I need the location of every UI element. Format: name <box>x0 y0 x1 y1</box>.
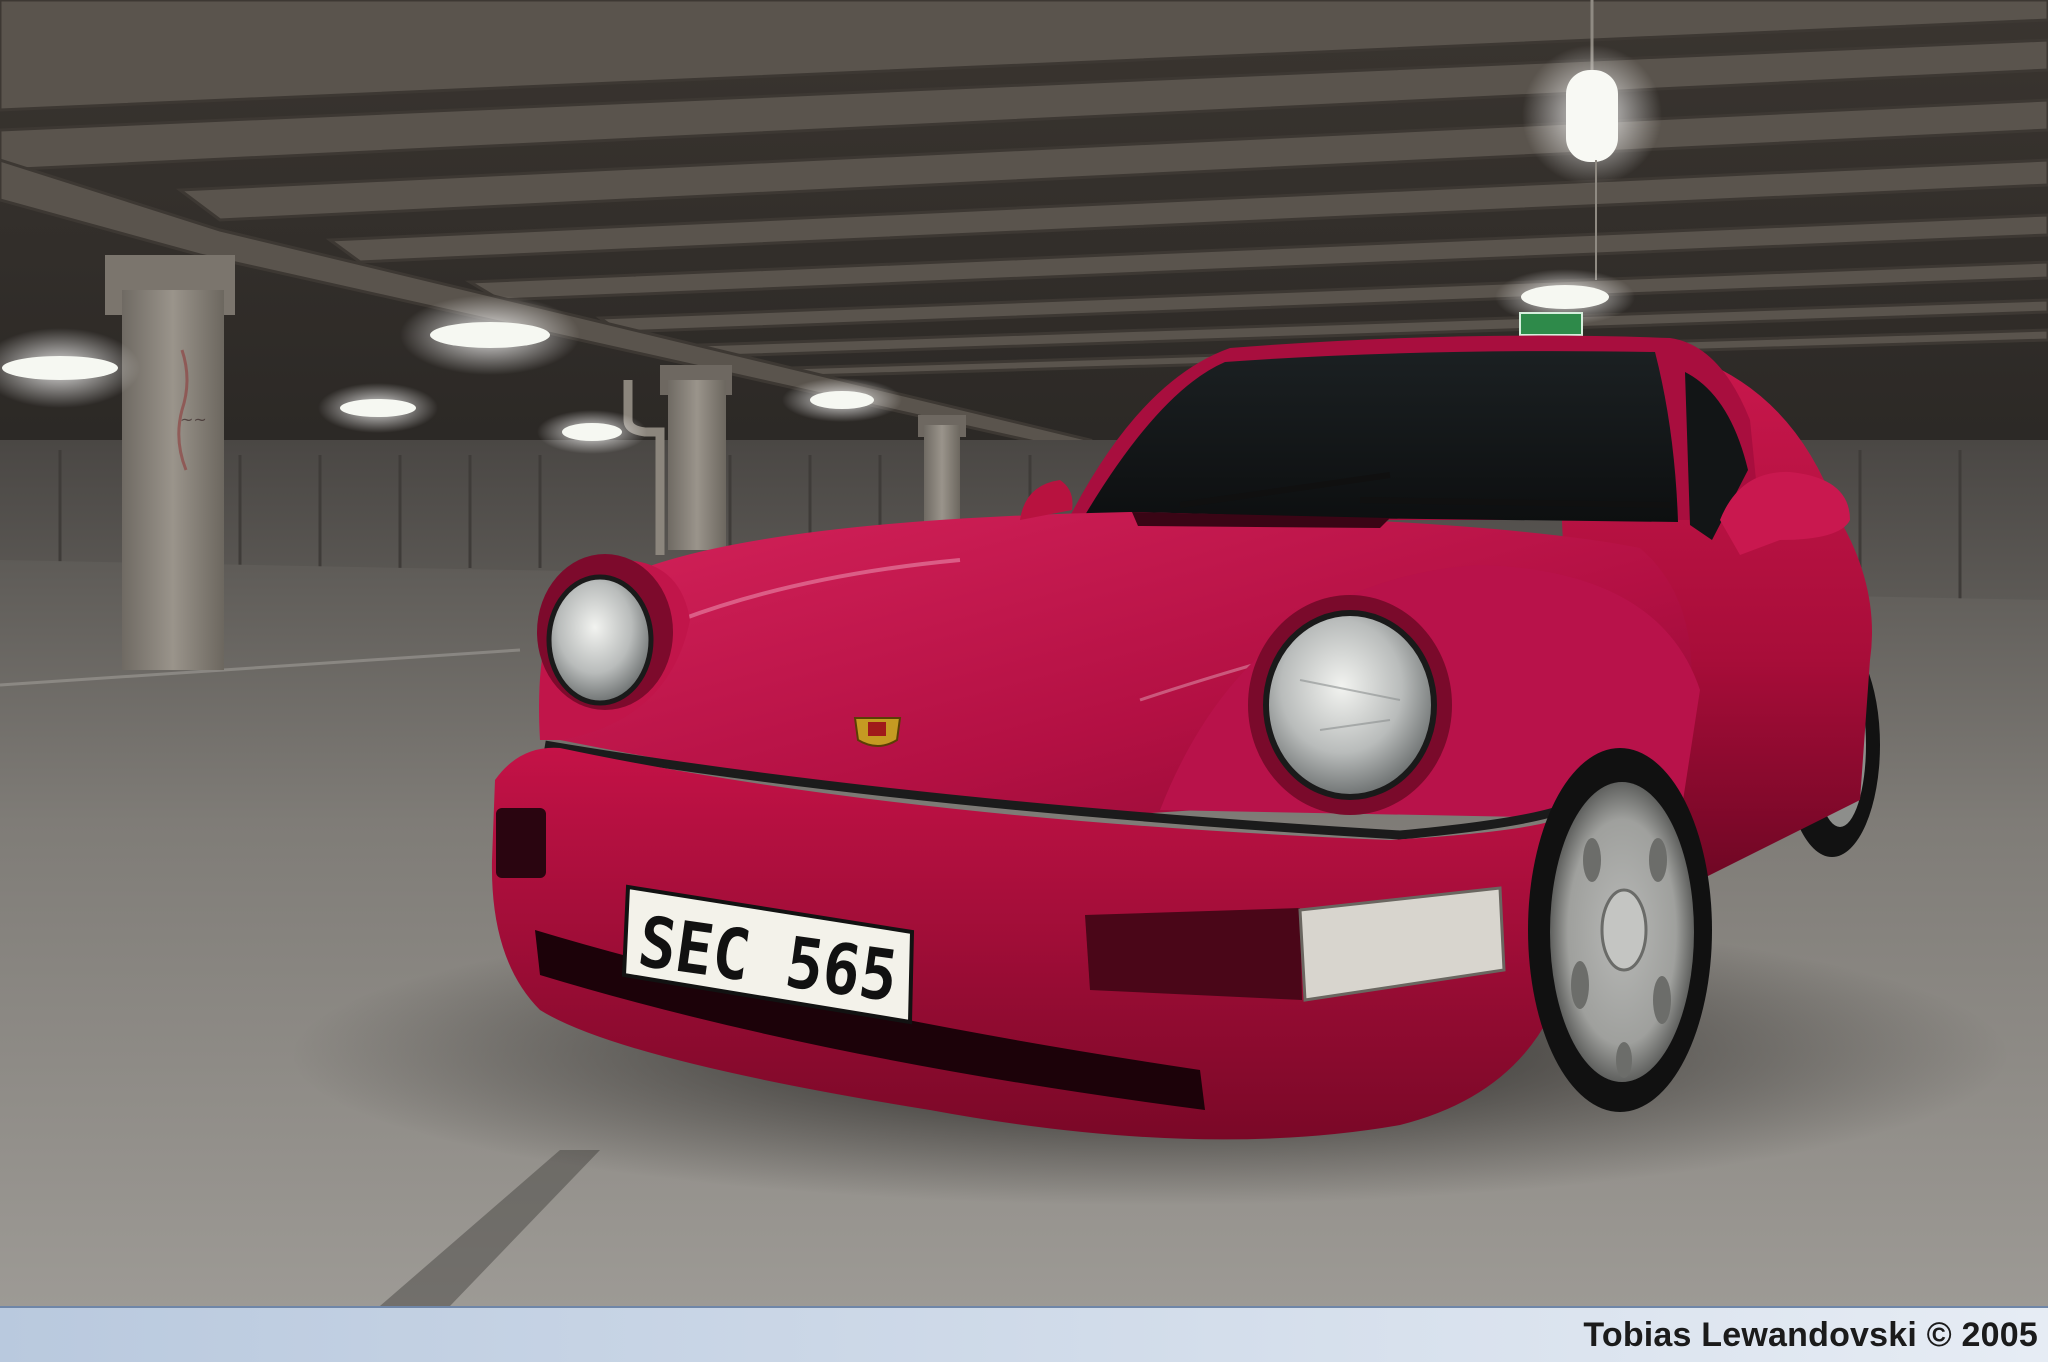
photo-credit: Tobias Lewandovski © 2005 <box>1583 1315 2038 1354</box>
svg-text:~~: ~~ <box>180 410 207 429</box>
headlight-left <box>537 554 673 710</box>
caption-bar: Tobias Lewandovski © 2005 <box>0 1306 2048 1362</box>
photo-frame: ~~ SEC 565 Tobias Lewandovski © 2005 <box>0 0 2048 1362</box>
porsche-crest <box>853 717 902 747</box>
pillar-back <box>918 415 966 535</box>
fog-lamp-recess <box>1085 908 1302 1000</box>
vent-left <box>496 808 546 878</box>
headlight-right <box>1248 595 1452 815</box>
garage-photo: ~~ SEC 565 <box>0 0 2048 1306</box>
pillar-center <box>660 365 732 550</box>
pillar-left: ~~ <box>105 255 235 670</box>
front-wheel <box>1528 748 1712 1112</box>
